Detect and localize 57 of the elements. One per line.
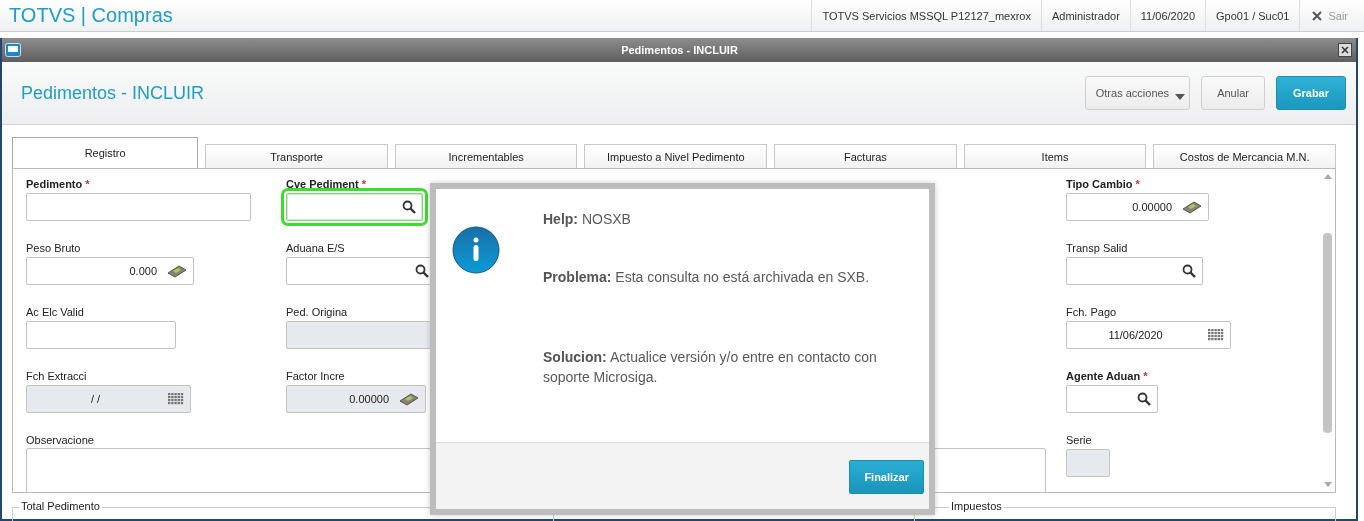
input-field[interactable]: 0.00000 bbox=[1066, 193, 1209, 221]
solution-text: Solucion: Actualice versión y/o entre en contacto con soporte Microsiga. bbox=[543, 348, 878, 387]
scroll-down-icon[interactable] bbox=[1323, 482, 1332, 487]
cancel-button[interactable]: Anular bbox=[1201, 76, 1265, 110]
field-label: Pedimento * bbox=[26, 178, 91, 191]
session-info: TOTVS Servicios MSSQL P12127_mexrox bbox=[811, 0, 1041, 31]
field-label: Fch. Pago bbox=[1066, 306, 1118, 319]
calendar-icon[interactable] bbox=[1208, 329, 1224, 341]
search-icon[interactable] bbox=[402, 200, 416, 214]
help-text: Help: NOSXB bbox=[543, 210, 632, 229]
field-label: Peso Bruto bbox=[26, 242, 82, 255]
calculator-icon[interactable] bbox=[1182, 200, 1202, 214]
close-button[interactable] bbox=[1338, 43, 1352, 57]
field-label: Tipo Cambio * bbox=[1066, 178, 1141, 191]
session-info: Administrador bbox=[1040, 0, 1130, 31]
tab[interactable]: Impuesto a Nivel Pedimento bbox=[584, 144, 768, 168]
more-actions-button[interactable]: Otras acciones bbox=[1084, 76, 1191, 110]
session-info: Gpo01 / Suc01 bbox=[1205, 0, 1300, 31]
tab[interactable]: Facturas bbox=[774, 144, 957, 168]
field-label: Transp Salid bbox=[1066, 242, 1129, 255]
close-icon bbox=[1312, 10, 1323, 21]
input-field[interactable] bbox=[1066, 257, 1203, 285]
scroll-up-icon[interactable] bbox=[1323, 174, 1332, 179]
search-icon[interactable] bbox=[415, 264, 429, 278]
caret-icon bbox=[1175, 94, 1186, 100]
field-label: Agente Aduan * bbox=[1066, 370, 1149, 383]
window-icon bbox=[5, 43, 21, 57]
field-label: Serie bbox=[1066, 434, 1093, 447]
search-icon[interactable] bbox=[1137, 392, 1151, 406]
session-info: 11/06/2020 bbox=[1129, 0, 1206, 31]
window-title: Pedimentos - INCLUIR bbox=[621, 44, 738, 56]
close-icon bbox=[1341, 46, 1349, 54]
input-field[interactable] bbox=[1066, 385, 1158, 413]
search-icon[interactable] bbox=[1182, 264, 1196, 278]
section-title: Total Pedimento bbox=[19, 500, 102, 512]
field-label: Ac Elc Valid bbox=[26, 306, 85, 319]
field-label: Ped. Origina bbox=[286, 306, 349, 319]
page-title: Pedimentos - INCLUIR bbox=[21, 82, 205, 104]
tab[interactable]: Registro bbox=[12, 137, 199, 168]
input-field[interactable]: 11/06/2020 bbox=[1066, 321, 1231, 349]
app-brand: TOTVS | Compras bbox=[8, 4, 173, 27]
field-label: Observacione bbox=[26, 434, 95, 446]
input-field[interactable] bbox=[26, 321, 176, 349]
problem-text: Problema: Esta consulta no está archivada en SXB. bbox=[543, 268, 871, 287]
tab[interactable]: Costos de Mercancia M.N. bbox=[1153, 144, 1336, 168]
input-field[interactable]: 0.000 bbox=[26, 257, 194, 285]
tab[interactable]: Transporte bbox=[205, 144, 388, 168]
info-icon bbox=[452, 226, 500, 274]
input-field[interactable] bbox=[26, 193, 251, 221]
tab[interactable]: Incrementables bbox=[394, 144, 578, 168]
tab[interactable]: Items bbox=[963, 144, 1147, 168]
section-title: Impuestos bbox=[949, 500, 1004, 512]
calculator-icon[interactable] bbox=[167, 264, 187, 278]
field-label: Cve Pediment * bbox=[286, 178, 368, 191]
field-label: Aduana E/S bbox=[286, 242, 346, 255]
field-label: Factor Incre bbox=[286, 370, 346, 383]
field-label: Fch Extracci bbox=[26, 370, 88, 383]
